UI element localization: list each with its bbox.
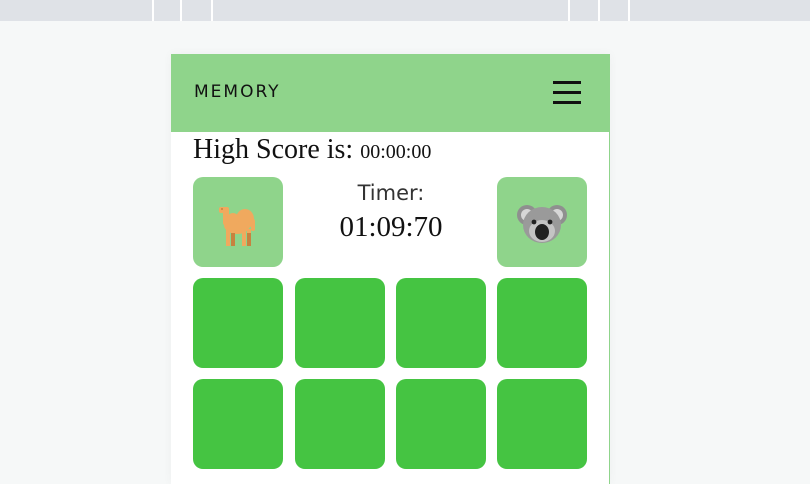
player-left-tile bbox=[193, 177, 283, 267]
card-tile[interactable] bbox=[193, 379, 283, 469]
card-tile[interactable] bbox=[295, 379, 385, 469]
bar-divider bbox=[211, 0, 213, 21]
bar-divider bbox=[180, 0, 182, 21]
koala-icon bbox=[517, 205, 567, 243]
card-tile[interactable] bbox=[193, 278, 283, 368]
timer-value: 01:09:70 bbox=[339, 211, 443, 243]
bar-divider bbox=[598, 0, 600, 21]
card-tile[interactable] bbox=[295, 278, 385, 368]
hamburger-menu-icon[interactable] bbox=[553, 81, 581, 105]
bar-divider bbox=[152, 0, 154, 21]
bar-divider bbox=[568, 0, 570, 21]
card-tile[interactable] bbox=[396, 379, 486, 469]
card-tile[interactable] bbox=[497, 379, 587, 469]
timer-label: Timer: bbox=[357, 181, 425, 205]
browser-top-bar bbox=[0, 0, 810, 21]
card-tile[interactable] bbox=[497, 278, 587, 368]
app-title: MEMORY bbox=[194, 82, 281, 102]
app-header: MEMORY bbox=[171, 54, 609, 132]
high-score-label: High Score is: bbox=[193, 134, 354, 165]
game-panel: MEMORY High Score is: 00:00:00 Timer: 01… bbox=[171, 54, 610, 484]
high-score: High Score is: 00:00:00 bbox=[193, 134, 431, 166]
card-tile[interactable] bbox=[396, 278, 486, 368]
high-score-value: 00:00:00 bbox=[360, 141, 432, 163]
camel-icon bbox=[219, 207, 255, 246]
player-right-tile bbox=[497, 177, 587, 267]
bar-divider bbox=[628, 0, 630, 21]
